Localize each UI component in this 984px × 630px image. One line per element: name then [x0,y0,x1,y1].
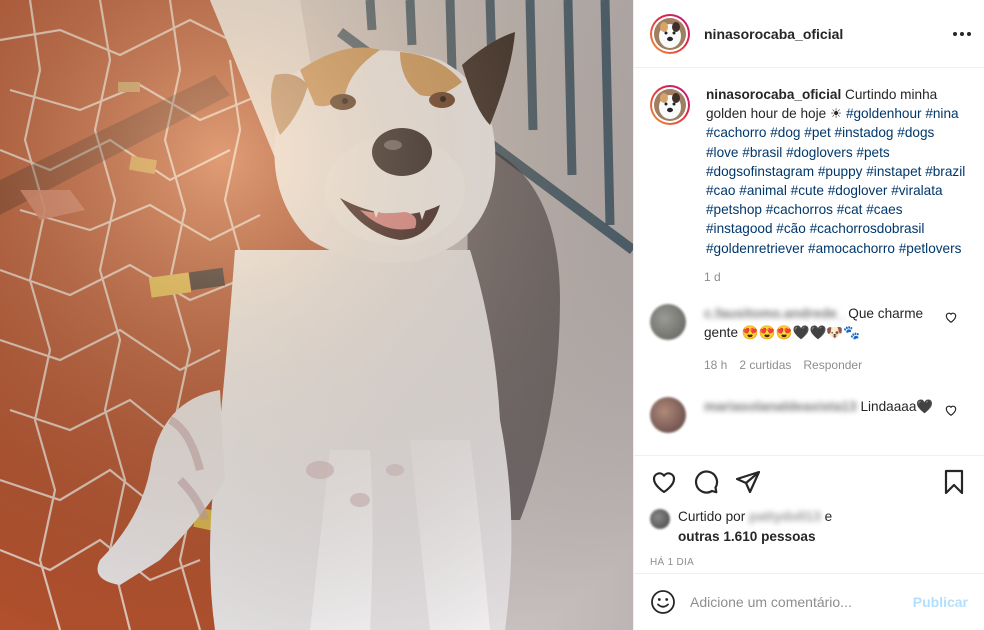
author-username[interactable]: ninasorocaba_oficial [704,26,843,42]
comment-item: c.fausitomo.andrede_ Que charme gente 😍😍… [650,303,968,375]
hashtag-link[interactable]: #petshop [706,202,762,217]
publish-button[interactable]: Publicar [913,594,968,610]
hashtag-link[interactable]: #cute [791,183,824,198]
comment-like-icon[interactable] [944,310,958,324]
hashtag-link[interactable]: #doglovers [786,145,853,160]
comment-like-icon[interactable] [944,403,958,417]
avatar-dog-image [654,89,686,121]
post-actions: Curtido por pattydoll13 e outras 1.610 p… [634,455,984,568]
hashtag-link[interactable]: #brazil [925,164,965,179]
reply-button[interactable]: Responder [803,356,862,375]
hashtag-link[interactable]: #cachorrosdobrasil [810,221,925,236]
hashtag-list: #goldenhour #nina #cachorro #dog #pet #i… [706,106,965,255]
hashtag-link[interactable]: #amocachorro [808,241,895,256]
post-header: ninasorocaba_oficial [634,0,984,68]
comment-input[interactable] [690,594,905,610]
likes-suffix: e [824,509,833,524]
caption-text: ninasorocaba_oficial Curtindo minha gold… [706,85,968,258]
hashtag-link[interactable]: #instagood [706,221,773,236]
hashtag-link[interactable]: #animal [739,183,787,198]
hashtag-link[interactable]: #viralata [891,183,942,198]
hashtag-link[interactable]: #doglover [828,183,888,198]
comment-item: mariasolanaldeaxista13 Lindaaaa🖤 [650,396,968,433]
dog-photo-illustration [0,0,633,630]
add-comment-bar: Publicar [634,573,984,630]
caption-username[interactable]: ninasorocaba_oficial [706,87,841,102]
commenter-username[interactable]: mariasolanaldeaxista13 [704,399,857,414]
smiley-icon[interactable] [650,589,676,615]
hashtag-link[interactable]: #dog [770,125,800,140]
hashtag-link[interactable]: #brasil [742,145,782,160]
post-caption: ninasorocaba_oficial Curtindo minha gold… [650,85,968,258]
comment-bubble-icon[interactable] [692,468,720,496]
comment-text: Lindaaaa🖤 [860,398,934,414]
three-dots-icon[interactable] [952,24,972,44]
hashtag-link[interactable]: #goldenretriever [706,241,804,256]
hashtag-link[interactable]: #dogs [897,125,934,140]
hashtag-link[interactable]: #cao [706,183,735,198]
liker-avatar[interactable] [650,509,670,529]
hashtag-link[interactable]: #dogsofinstagram [706,164,814,179]
hashtag-link[interactable]: #instadog [835,125,894,140]
likes-others[interactable]: outras 1.610 pessoas [678,529,816,544]
likes-summary: Curtido por pattydoll13 e outras 1.610 p… [650,507,968,547]
caption-time: 1 d [704,269,721,284]
likes-prefix: Curtido por [678,509,746,524]
hashtag-link[interactable]: #caes [866,202,902,217]
hashtag-link[interactable]: #cão [776,221,805,236]
commenter-avatar[interactable] [650,396,686,433]
heart-outline-icon[interactable] [650,468,678,496]
liker-username[interactable]: pattydoll13 [749,509,821,524]
hashtag-link[interactable]: #nina [925,106,958,121]
paper-plane-icon[interactable] [734,468,762,496]
comment-meta: 18 h 2 curtidas Responder [704,356,948,375]
commenter-avatar[interactable] [650,303,686,340]
hashtag-link[interactable]: #cat [837,202,863,217]
post-side-panel: ninasorocaba_oficial ninasorocaba_oficia… [633,0,984,630]
post-date: HÁ 1 DIA [650,557,695,568]
hashtag-link[interactable]: #instapet [866,164,921,179]
author-avatar[interactable] [650,13,690,54]
hashtag-link[interactable]: #puppy [818,164,863,179]
hashtag-link[interactable]: #pet [804,125,830,140]
bookmark-icon[interactable] [940,468,968,496]
hashtag-link[interactable]: #petlovers [899,241,962,256]
hashtag-link[interactable]: #cachorros [766,202,833,217]
action-icons [650,466,968,498]
comment-time: 18 h [704,357,728,372]
commenter-username[interactable]: c.fausitomo.andrede_ [704,306,845,321]
hashtag-link[interactable]: #cachorro [706,125,766,140]
hashtag-link[interactable]: #pets [856,145,889,160]
post-photo[interactable] [0,0,633,630]
caption-author-avatar[interactable] [650,85,690,125]
hashtag-link[interactable]: #goldenhour [846,106,922,121]
hashtag-link[interactable]: #love [706,145,739,160]
avatar-dog-image [654,17,686,50]
comments-area[interactable]: ninasorocaba_oficial Curtindo minha gold… [634,69,984,454]
comment-likes-count[interactable]: 2 curtidas [739,356,791,375]
